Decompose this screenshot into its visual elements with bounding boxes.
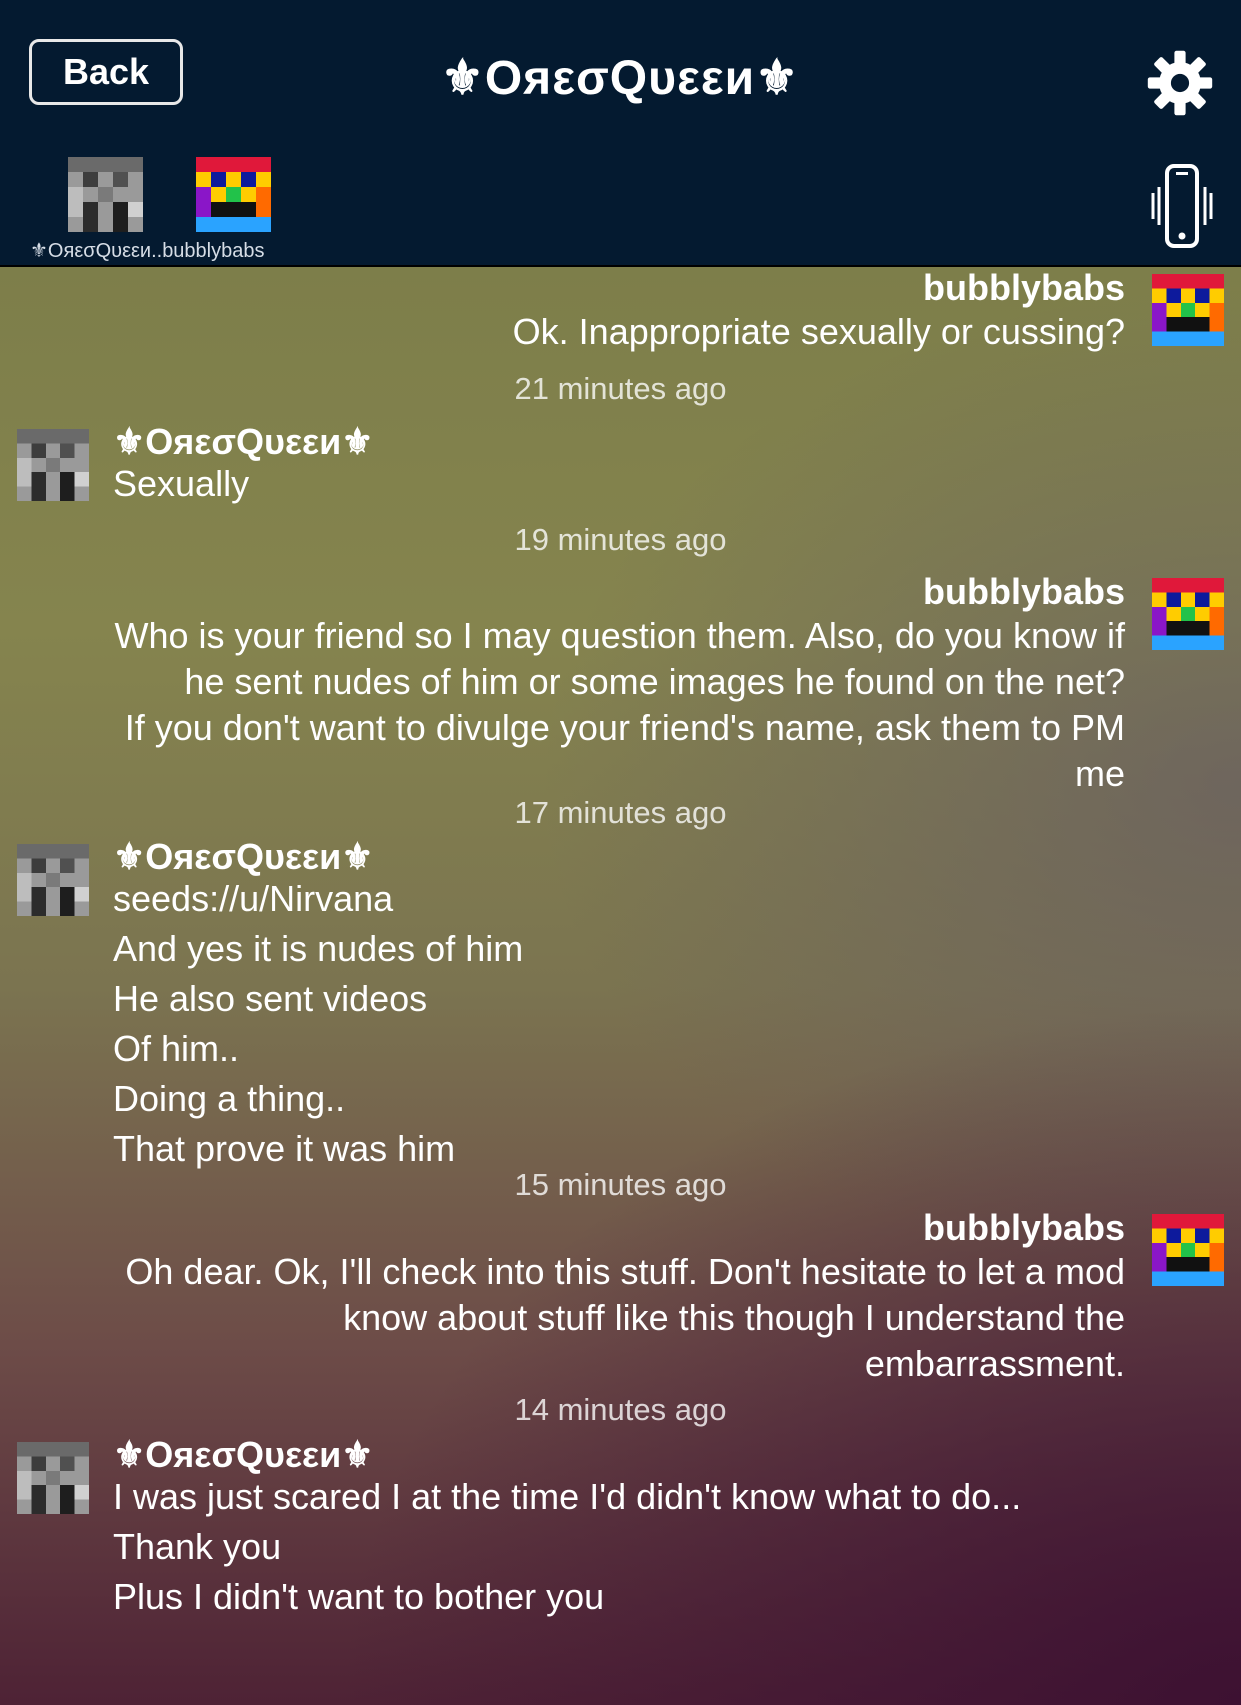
- back-button[interactable]: Back: [29, 39, 183, 105]
- message-line: Of him..: [113, 1028, 240, 1069]
- message-line: know about stuff like this though I unde…: [343, 1297, 1125, 1338]
- gear-icon[interactable]: [1145, 48, 1215, 118]
- top-bar: Back ⚜OяεσQυεεи⚜ ⚜OяεσQυεεи..bubblybabs: [0, 0, 1241, 267]
- message-line: If you don't want to divulge your friend…: [124, 707, 1125, 748]
- participants-label: ⚜OяεσQυεεи..bubblybabs: [30, 240, 265, 262]
- message-line: Doing a thing..: [113, 1078, 346, 1119]
- timestamp: 21 minutes ago: [514, 371, 727, 406]
- timestamp: 14 minutes ago: [514, 1392, 727, 1427]
- chat-area[interactable]: bubblybabs Ok. Inappropriate sexually or …: [0, 267, 1241, 1705]
- message-line: And yes it is nudes of him: [113, 928, 524, 969]
- message-line: Plus I didn't want to bother you: [113, 1576, 605, 1617]
- participant-avatar-bubblybabs[interactable]: [196, 157, 271, 232]
- message-line: Thank you: [113, 1526, 282, 1567]
- message-text: Sexually: [113, 459, 249, 509]
- message-text: Oh dear. Ok, I'll check into this stuff.…: [125, 1249, 1125, 1387]
- message-line: Who is your friend so I may question the…: [114, 615, 1125, 656]
- sender-name[interactable]: ⚜OяεσQυεεи⚜: [113, 836, 374, 878]
- message-text: seeds://u/Nirvana And yes it is nudes of …: [113, 874, 523, 1174]
- sender-name[interactable]: bubblybabs: [923, 571, 1125, 613]
- message-text: Ok. Inappropriate sexually or cussing?: [513, 309, 1125, 355]
- sender-name[interactable]: bubblybabs: [923, 267, 1125, 309]
- message-line: I was just scared I at the time I'd didn…: [113, 1476, 1022, 1517]
- timestamp: 19 minutes ago: [514, 522, 727, 557]
- avatar[interactable]: [17, 844, 89, 916]
- message-line: he sent nudes of him or some images he f…: [184, 661, 1125, 702]
- message-text: Who is your friend so I may question the…: [115, 613, 1125, 797]
- message-line: Ok. Inappropriate sexually or cussing?: [512, 311, 1125, 352]
- sender-name[interactable]: bubblybabs: [923, 1207, 1125, 1249]
- avatar[interactable]: [17, 429, 89, 501]
- message-line: embarrassment.: [864, 1343, 1125, 1384]
- message-line: Oh dear. Ok, I'll check into this stuff.…: [125, 1251, 1125, 1292]
- vibrate-phone-icon[interactable]: [1146, 163, 1218, 249]
- avatar[interactable]: [17, 1442, 89, 1514]
- message-line: seeds://u/Nirvana: [113, 878, 394, 919]
- avatar[interactable]: [1152, 1214, 1224, 1286]
- message-line: me: [1074, 753, 1125, 794]
- sender-name[interactable]: ⚜OяεσQυεεи⚜: [113, 421, 374, 463]
- timestamp: 15 minutes ago: [514, 1167, 727, 1202]
- chat-title: ⚜OяεσQυεεи⚜: [440, 52, 800, 105]
- message-line: He also sent videos: [113, 978, 428, 1019]
- timestamp: 17 minutes ago: [514, 795, 727, 830]
- sender-name[interactable]: ⚜OяεσQυεεи⚜: [113, 1434, 374, 1476]
- message-line: Sexually: [113, 463, 250, 504]
- message-text: I was just scared I at the time I'd didn…: [113, 1472, 1021, 1622]
- avatar[interactable]: [1152, 578, 1224, 650]
- avatar[interactable]: [1152, 274, 1224, 346]
- participant-avatar-oreoqueen[interactable]: [68, 157, 143, 232]
